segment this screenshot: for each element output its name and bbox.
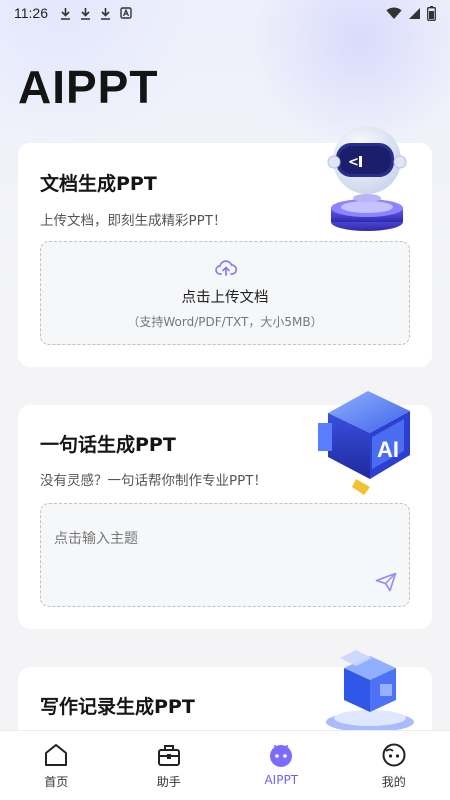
bottom-tab-bar: 首页 助手 AIPPT 我的 bbox=[0, 730, 450, 800]
status-system-icons bbox=[386, 5, 436, 21]
send-icon[interactable] bbox=[375, 572, 397, 592]
upload-document-area[interactable]: 点击上传文档 （支持Word/PDF/TXT，大小5MB） bbox=[40, 241, 410, 345]
tab-home[interactable]: 首页 bbox=[0, 731, 113, 800]
wifi-icon bbox=[386, 7, 402, 19]
download-icon bbox=[81, 7, 90, 20]
home-icon bbox=[45, 744, 68, 766]
doc-card-subtitle: 上传文档，即刻生成精彩PPT！ bbox=[40, 213, 227, 229]
page-title: AIPPT bbox=[18, 61, 159, 113]
profile-face-icon bbox=[382, 743, 406, 767]
download-icon bbox=[101, 7, 110, 20]
sentence-card-title: 一句话生成PPT bbox=[40, 434, 176, 456]
tab-home-label: 首页 bbox=[44, 775, 69, 789]
download-icon bbox=[61, 7, 70, 20]
status-bar: 11:26 bbox=[0, 0, 450, 26]
toolbox-icon bbox=[157, 745, 180, 766]
tab-aippt-label: AIPPT bbox=[264, 773, 299, 787]
status-notifications bbox=[60, 7, 132, 20]
blocks-illustration bbox=[326, 650, 414, 730]
robot-illustration: < bbox=[327, 126, 407, 231]
record-card-title: 写作记录生成PPT bbox=[40, 696, 195, 718]
upload-hint: （支持Word/PDF/TXT，大小5MB） bbox=[127, 315, 323, 329]
svg-text:AI: AI bbox=[377, 437, 399, 462]
topic-input[interactable]: 点击输入主题 bbox=[54, 528, 138, 548]
ai-cube-illustration: AI bbox=[318, 391, 410, 495]
battery-icon bbox=[427, 5, 436, 21]
cloud-upload-icon bbox=[215, 260, 237, 276]
status-time: 11:26 bbox=[14, 5, 48, 21]
tab-assistant[interactable]: 助手 bbox=[113, 731, 226, 800]
upload-label: 点击上传文档 bbox=[181, 290, 269, 306]
signal-icon bbox=[409, 7, 420, 19]
topic-input-area[interactable]: 点击输入主题 bbox=[40, 503, 410, 607]
app-notification-icon bbox=[120, 7, 132, 19]
tab-mine[interactable]: 我的 bbox=[338, 731, 450, 800]
robot-icon bbox=[270, 745, 293, 767]
tab-assistant-label: 助手 bbox=[156, 775, 181, 789]
sentence-card-subtitle: 没有灵感？一句话帮你制作专业PPT！ bbox=[40, 473, 268, 489]
tab-mine-label: 我的 bbox=[381, 775, 406, 789]
svg-text:<: < bbox=[348, 155, 359, 170]
tab-aippt[interactable]: AIPPT bbox=[225, 731, 338, 800]
doc-card-title: 文档生成PPT bbox=[40, 173, 157, 195]
